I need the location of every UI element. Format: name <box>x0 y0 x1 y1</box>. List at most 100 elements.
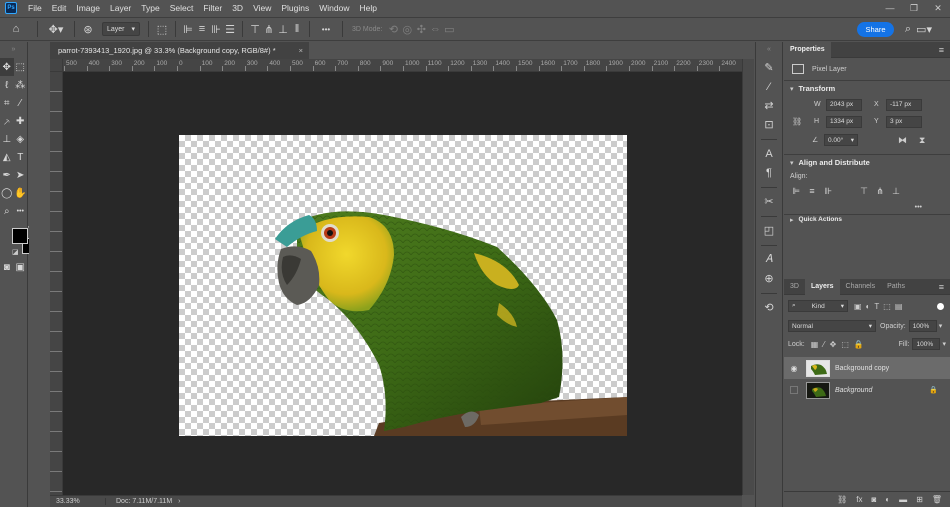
menu-layer[interactable]: Layer <box>105 0 136 16</box>
libraries-panel-icon[interactable]: ◰ <box>756 221 782 240</box>
align-right-edges-icon[interactable]: ⊪ <box>209 18 223 40</box>
adjustments-panel-icon[interactable]: ⁄ <box>756 77 782 96</box>
layer-filter-kind-dropdown[interactable]: ⌕ Kind ▾ <box>788 300 848 312</box>
layer-row-background-copy[interactable]: ◉ Background copy <box>784 357 950 379</box>
align-center-icon[interactable]: ≡ <box>804 184 820 198</box>
chevron-down-icon[interactable]: ▾ <box>939 322 943 330</box>
align-right-icon[interactable]: ⊪ <box>820 184 836 198</box>
menu-type[interactable]: Type <box>136 0 164 16</box>
vertical-ruler[interactable] <box>50 72 63 495</box>
height-field[interactable]: 1334 px <box>826 115 862 128</box>
menu-select[interactable]: Select <box>165 0 199 16</box>
blend-mode-dropdown[interactable]: Normal ▾ <box>788 320 876 332</box>
brush-tool-icon[interactable]: ⁄ <box>14 94 28 112</box>
close-window-button[interactable]: ✕ <box>926 0 950 16</box>
history-brush-panel-icon[interactable]: ✎ <box>756 58 782 77</box>
3d-orbit-icon[interactable]: ⟲ <box>386 18 400 40</box>
delete-layer-icon[interactable]: 🗑 <box>932 495 942 504</box>
type-tool-icon[interactable]: T <box>14 148 28 166</box>
search-icon[interactable]: ⌕ <box>901 22 915 37</box>
menu-window[interactable]: Window <box>314 0 354 16</box>
pen-tool-icon[interactable]: ✒ <box>0 166 14 184</box>
restore-button[interactable]: ❐ <box>902 0 926 16</box>
ellipse-tool-icon[interactable]: ◯ <box>0 184 14 202</box>
menu-filter[interactable]: Filter <box>198 0 227 16</box>
menu-plugins[interactable]: Plugins <box>276 0 314 16</box>
tab-properties[interactable]: Properties <box>784 41 831 58</box>
move-tool-icon[interactable]: ✥ <box>0 58 14 76</box>
visibility-toggle[interactable] <box>790 386 798 394</box>
align-vertical-centers-icon[interactable]: ⋔ <box>262 18 276 40</box>
menu-file[interactable]: File <box>23 0 47 16</box>
3d-pan-icon[interactable]: ✣ <box>414 18 428 40</box>
layer-comps-panel-icon[interactable]: ⇄ <box>756 96 782 115</box>
more-align-options-icon[interactable]: ••• <box>915 204 922 211</box>
link-dimensions-icon[interactable]: ⛓ <box>792 117 814 126</box>
more-options-icon[interactable]: ••• <box>315 18 337 40</box>
vertical-scrollbar[interactable] <box>742 59 754 495</box>
lasso-tool-icon[interactable]: ℓ <box>0 76 14 94</box>
ruler-origin[interactable] <box>50 59 63 72</box>
chevron-down-icon[interactable]: ▾ <box>942 340 946 348</box>
clone-source-panel-icon[interactable]: ⊕ <box>756 269 782 288</box>
zoom-level[interactable]: 33.33% <box>50 498 106 505</box>
toolbar-collapse-icon[interactable]: » <box>0 42 27 58</box>
align-section-header[interactable]: ▾ Align and Distribute <box>784 154 950 170</box>
foreground-color-swatch[interactable] <box>12 228 28 244</box>
layer-row-background[interactable]: Background 🔒 <box>784 379 950 401</box>
link-layers-icon[interactable]: ⛓ <box>837 495 847 504</box>
menu-image[interactable]: Image <box>71 0 105 16</box>
x-field[interactable]: -117 px <box>886 98 922 111</box>
align-horizontal-centers-icon[interactable]: ≡ <box>195 18 209 40</box>
menu-edit[interactable]: Edit <box>47 0 72 16</box>
new-group-icon[interactable]: ▬ <box>899 495 907 504</box>
align-top-edges-icon[interactable]: ⊤ <box>248 18 262 40</box>
edit-toolbar-icon[interactable]: ••• <box>14 202 28 220</box>
share-button[interactable]: Share <box>857 22 894 37</box>
auto-select-icon[interactable]: ⊛ <box>80 18 96 40</box>
eraser-tool-icon[interactable]: ◈ <box>14 130 28 148</box>
document-info[interactable]: Doc: 7.11M/7.11M <box>106 498 172 505</box>
history-panel-icon[interactable]: ⟲ <box>756 298 782 317</box>
panel-menu-icon[interactable]: ≡ <box>939 282 944 292</box>
screen-mode-icon[interactable]: ▣ <box>14 258 28 276</box>
menu-3d[interactable]: 3D <box>227 0 248 16</box>
3d-scale-icon[interactable]: ▭ <box>442 18 456 40</box>
filter-toggle-icon[interactable] <box>937 302 944 310</box>
default-colors-icon[interactable]: ◪ <box>12 248 19 256</box>
transform-section-header[interactable]: ▾ Transform <box>784 80 950 96</box>
width-field[interactable]: 2043 px <box>826 98 862 111</box>
eyedropper-tool-icon[interactable]: ⸕ <box>0 112 14 130</box>
new-layer-icon[interactable]: ⊞ <box>916 495 923 504</box>
align-top-icon[interactable]: ⊤ <box>856 184 872 198</box>
tool-presets-panel-icon[interactable]: ✂ <box>756 192 782 211</box>
eye-icon[interactable]: ◉ <box>787 364 801 373</box>
crop-tool-icon[interactable]: ⌗ <box>0 94 14 112</box>
adjustment-layer-icon[interactable]: ◐ <box>885 495 890 504</box>
zoom-tool-icon[interactable]: ⌕ <box>0 202 14 220</box>
info-panel-icon[interactable]: ⊡ <box>756 115 782 134</box>
panel-menu-icon[interactable]: ≡ <box>939 45 944 55</box>
status-menu-icon[interactable]: › <box>178 498 180 505</box>
workspace-icon[interactable]: ▭▾ <box>916 22 932 37</box>
flip-horizontal-icon[interactable]: ⧓ <box>898 135 907 146</box>
y-field[interactable]: 3 px <box>886 115 922 128</box>
hand-tool-icon[interactable]: ✋ <box>14 184 28 202</box>
tab-channels[interactable]: Channels <box>840 279 882 295</box>
flip-vertical-icon[interactable]: ⧗ <box>919 135 925 146</box>
layer-filter-icons[interactable]: ▣◐T⬚▤ <box>854 302 906 311</box>
add-mask-icon[interactable]: ◙ <box>871 495 876 504</box>
stamp-tool-icon[interactable]: ⊥ <box>0 130 14 148</box>
magic-wand-tool-icon[interactable]: ⁂ <box>14 76 28 94</box>
home-icon[interactable]: ⌂ <box>0 18 32 40</box>
align-bottom-edges-icon[interactable]: ⊥ <box>276 18 290 40</box>
quick-mask-icon[interactable]: ◙ <box>0 258 14 276</box>
align-left-edges-icon[interactable]: ⊫ <box>181 18 195 40</box>
move-tool-preset-icon[interactable]: ✥▾ <box>43 18 69 40</box>
menu-help[interactable]: Help <box>354 0 381 16</box>
minimize-button[interactable]: — <box>878 0 902 16</box>
glyphs-panel-icon[interactable]: 𝐴 <box>756 250 782 269</box>
angle-field[interactable]: 0.00° ▾ <box>824 134 858 146</box>
3d-roll-icon[interactable]: ◎ <box>400 18 414 40</box>
align-middle-icon[interactable]: ⋔ <box>872 184 888 198</box>
